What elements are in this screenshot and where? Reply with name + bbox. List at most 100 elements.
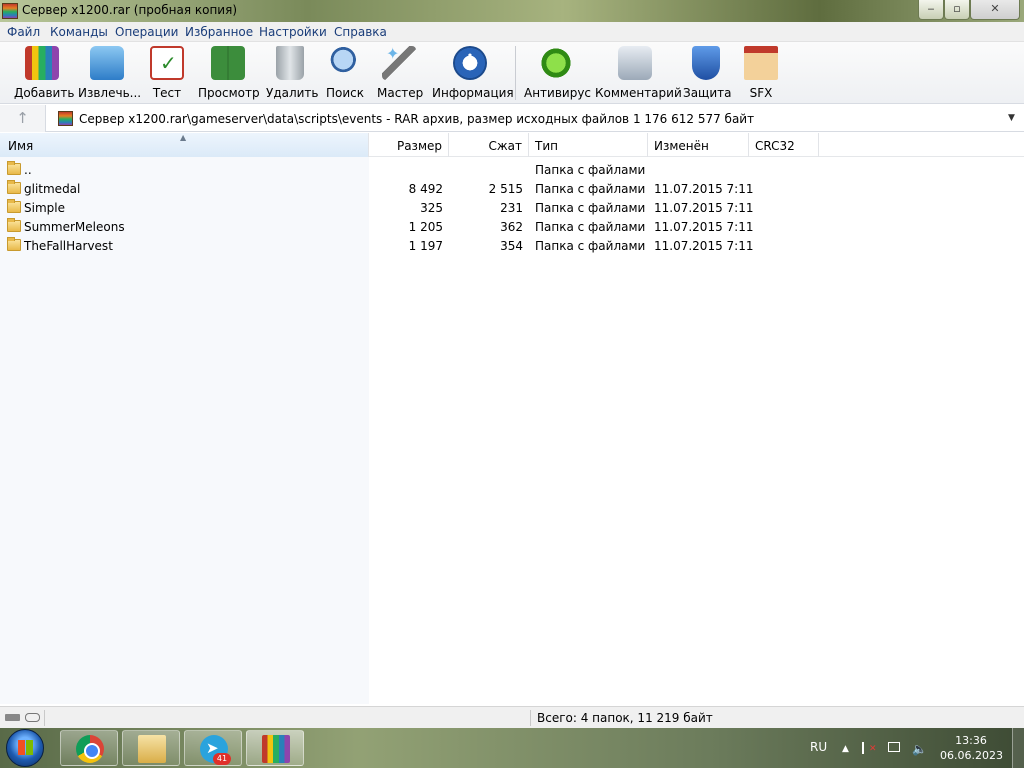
column-header-type[interactable]: Тип [529,133,648,157]
add-archive-icon [25,46,59,80]
column-header-packed[interactable]: Сжат [449,133,529,157]
test-button[interactable]: Тест [148,46,186,100]
extract-button[interactable]: Извлечь... [78,46,142,100]
test-label: Тест [152,86,182,100]
protect-label: Защита [683,86,732,100]
file-row[interactable]: glitmedal 8 492 2 515 Папка с файлами 11… [0,179,1024,198]
info-button[interactable]: Информация [432,46,514,100]
key-icon[interactable] [25,713,40,722]
drive-icon[interactable] [5,714,20,721]
file-row-parent[interactable]: .. Папка с файлами [0,160,1024,179]
close-button[interactable]: ✕ [970,0,1020,20]
file-size: 8 492 [408,182,443,196]
extract-label: Извлечь... [78,86,142,100]
protect-button[interactable]: Защита [683,46,732,100]
status-divider [44,710,45,726]
status-bar: Всего: 4 папок, 11 219 байт [0,706,1024,728]
show-hidden-icons-button[interactable]: ▲ [842,744,849,754]
up-folder-button[interactable]: ↑ [0,105,46,132]
menu-favorites[interactable]: Избранное [185,25,253,39]
menu-help[interactable]: Справка [334,25,387,39]
archive-path[interactable]: Сервер x1200.rar\gameserver\data\scripts… [79,112,754,126]
file-type: Папка с файлами [535,201,646,215]
sfx-button[interactable]: SFX [740,46,782,100]
taskbar-winrar[interactable] [246,730,304,766]
sfx-box-icon [744,46,778,80]
magnifier-icon [328,46,362,80]
view-book-icon [211,46,245,80]
title-bar: Сервер x1200.rar (пробная копия) ‒ ▫ ✕ [0,0,1024,22]
taskbar: 41 RU ▲ 🔈 13:36 06.06.2023 [0,728,1024,768]
wizard-button[interactable]: Мастер [377,44,424,100]
test-icon [150,46,184,80]
antivirus-label: Антивирус [524,86,592,100]
add-label: Добавить [14,86,75,100]
antivirus-bug-icon [539,46,573,80]
address-dropdown-icon[interactable]: ▼ [1008,113,1015,123]
clock[interactable]: 13:36 06.06.2023 [940,733,1003,763]
language-indicator[interactable]: RU [810,740,827,754]
find-label: Поиск [325,86,364,100]
file-modified: 11.07.2015 7:11 [654,239,754,253]
menu-settings[interactable]: Настройки [259,25,327,39]
archive-icon [58,111,73,126]
file-packed: 354 [500,239,523,253]
column-header-size[interactable]: Размер [369,133,449,157]
trash-icon [276,46,304,80]
file-size: 1 205 [408,220,443,234]
column-header-modified[interactable]: Изменён [648,133,749,157]
comment-label: Комментарий [595,86,682,100]
column-name-label: Имя [8,139,34,153]
file-list-header: Имя ▲ Размер Сжат Тип Изменён CRC32 [0,133,1024,157]
file-row[interactable]: Simple 325 231 Папка с файлами 11.07.201… [0,198,1024,217]
status-icons [5,712,41,722]
volume-icon[interactable]: 🔈 [912,742,927,756]
file-explorer-icon [138,735,166,763]
window-title: Сервер x1200.rar (пробная копия) [22,3,238,17]
taskbar-telegram[interactable]: 41 [184,730,242,766]
file-row[interactable]: SummerMeleons 1 205 362 Папка с файлами … [0,217,1024,236]
antivirus-button[interactable]: Антивирус [524,46,592,100]
show-desktop-button[interactable] [1012,728,1024,768]
column-header-crc32[interactable]: CRC32 [749,133,819,157]
file-row[interactable]: TheFallHarvest 1 197 354 Папка с файлами… [0,236,1024,255]
menu-bar: Файл Команды Операции Избранное Настройк… [0,22,1024,42]
menu-commands[interactable]: Команды [50,25,108,39]
action-center-flag-icon[interactable] [862,742,877,754]
taskbar-chrome[interactable] [60,730,118,766]
menu-operations[interactable]: Операции [115,25,178,39]
add-button[interactable]: Добавить [14,46,75,100]
file-modified: 11.07.2015 7:11 [654,201,754,215]
comment-button[interactable]: Комментарий [595,46,682,100]
wizard-label: Мастер [377,86,424,100]
network-icon[interactable] [888,742,900,752]
find-button[interactable]: Поиск [324,46,366,100]
file-packed: 362 [500,220,523,234]
file-name: TheFallHarvest [24,239,113,253]
folder-icon [7,161,21,175]
chrome-icon [76,735,104,763]
file-type: Папка с файлами [535,182,646,196]
start-button[interactable] [6,729,44,767]
menu-file[interactable]: Файл [7,25,40,39]
winrar-app-icon[interactable] [2,3,18,19]
maximize-button[interactable]: ▫ [944,0,970,20]
delete-label: Удалить [266,86,319,100]
file-type: Папка с файлами [535,220,646,234]
file-name: .. [24,163,32,177]
file-name: Simple [24,201,65,215]
file-size: 1 197 [408,239,443,253]
info-label: Информация [432,86,514,100]
status-total: Всего: 4 папок, 11 219 байт [537,711,713,725]
address-bar: ↑ Сервер x1200.rar\gameserver\data\scrip… [0,105,1024,132]
shield-icon [692,46,720,80]
taskbar-explorer[interactable] [122,730,180,766]
toolbar: Добавить Извлечь... Тест Просмотр Удалит… [0,42,1024,104]
minimize-button[interactable]: ‒ [918,0,944,20]
file-list[interactable]: Имя ▲ Размер Сжат Тип Изменён CRC32 .. П… [0,133,1024,704]
view-button[interactable]: Просмотр [198,46,260,100]
sort-ascending-icon: ▲ [180,133,187,142]
delete-button[interactable]: Удалить [266,46,319,100]
folder-icon [7,218,21,232]
column-header-name[interactable]: Имя ▲ [0,133,369,157]
